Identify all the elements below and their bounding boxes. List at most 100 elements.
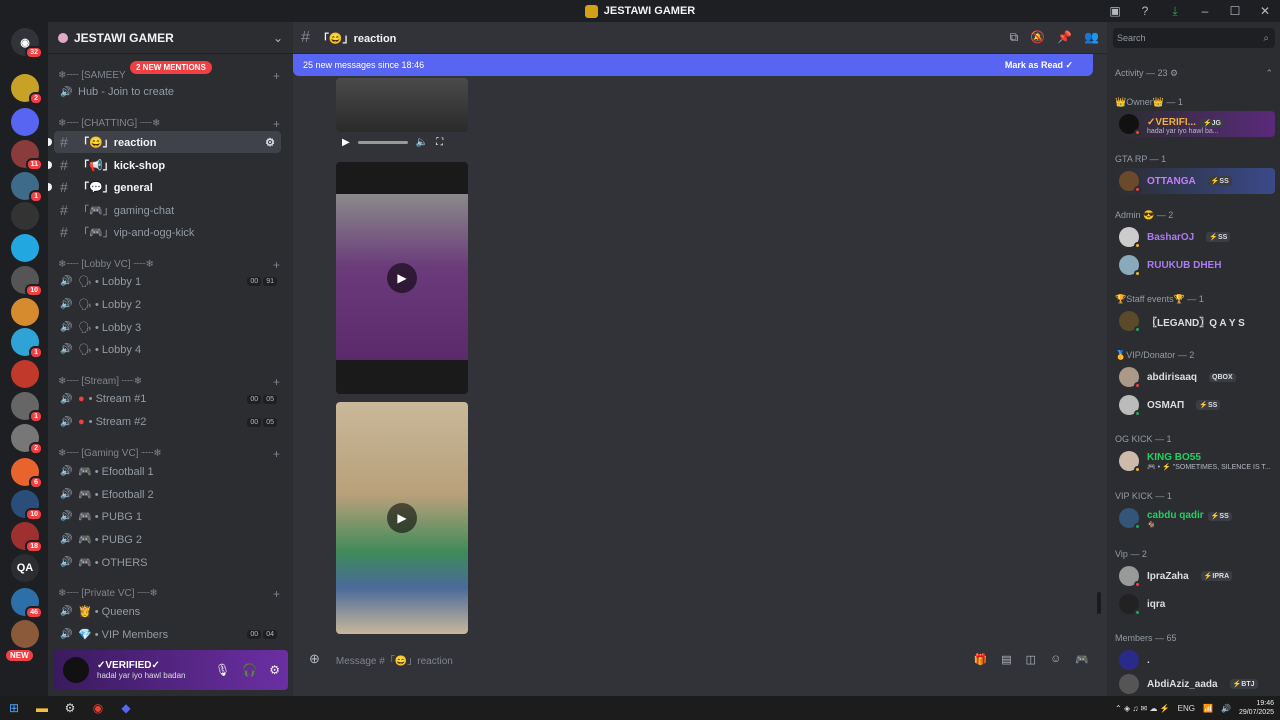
channel-general[interactable]: # 「💬」general [48,176,281,198]
fullscreen-icon[interactable]: ⛶ [436,137,443,148]
chevron-down-icon[interactable]: ⌄ [273,31,283,45]
minimize-icon[interactable]: – [1190,4,1220,18]
server-icon[interactable] [11,108,39,136]
play-icon[interactable]: ▶ [387,503,417,533]
voice-efootball-2[interactable]: 🔊 🎮 • Efootball 2 [54,483,281,505]
pin-icon[interactable]: 📌 [1057,30,1072,45]
avatar[interactable] [63,657,89,683]
server-icon[interactable]: 2 [11,424,43,455]
member-item[interactable]: iqra [1115,591,1275,617]
category-sameey[interactable]: ❄┈┈ [SAMEEY + [58,69,280,83]
category-stream[interactable]: ❄┈┈ [Stream] ┈┈❄ + [58,375,280,389]
member-item[interactable]: BasharOJ ⚡SS [1115,224,1275,250]
server-icon[interactable]: 10 [11,266,43,297]
apps-icon[interactable]: 🎮 [1075,653,1089,666]
member-item[interactable]: OTTANGA ⚡SS [1115,168,1275,194]
video-attachment[interactable]: ▶ [336,162,468,394]
add-channel-icon[interactable]: + [273,447,280,461]
member-item[interactable]: RUUKUB DHEH [1115,252,1275,278]
category-lobby[interactable]: ❄┈┈ [Lobby VC] ┈┈❄ + [58,258,280,272]
voice-lobby-1[interactable]: 🔊 🗣 • Lobby 1 00 91 [54,270,281,292]
voice-lobby-3[interactable]: 🔊 🗣 • Lobby 3 [54,316,281,338]
server-icon[interactable] [11,234,39,262]
voice-vip-members[interactable]: 🔊 💎 • VIP Members 00 04 [54,623,281,645]
volume-icon[interactable]: 🔊 [1221,704,1231,713]
chrome-icon[interactable]: ◉ [84,701,112,715]
category-chatting[interactable]: ❄┈┈ [CHATTING] ┈┈❄ + [58,117,280,131]
inbox-icon[interactable]: ▣ [1100,4,1130,18]
threads-icon[interactable]: ⧉ [1010,30,1019,45]
headphones-icon[interactable]: 🎧 [242,663,257,677]
server-icon[interactable]: 1 [11,172,43,203]
member-item[interactable]: KING BO55 🎮 • ⚡ "SOMETIMES, SILENCE IS T.… [1115,448,1275,474]
voice-hub[interactable]: 🔊 Hub - Join to create [54,81,281,103]
network-icon[interactable]: 📶 [1203,704,1213,713]
server-icon[interactable]: QA [11,554,39,582]
message-composer[interactable]: ⊕ Message #「😄」reaction 🎁 ▤ ◫ ☺ 🎮 [301,646,1099,672]
server-icon[interactable] [11,202,39,230]
app-icon[interactable]: ⚙ [56,701,84,715]
voice-lobby-2[interactable]: 🔊 🗣 • Lobby 2 [54,293,281,315]
play-icon[interactable]: ▶ [342,137,350,148]
user-panel[interactable]: ✓VERIFIED✓ hadal yar iyo hawl badan 🎙 🎧 … [53,650,288,690]
member-item[interactable]: 〖LEGAND〗Q A Y S [1115,308,1275,334]
server-icon[interactable] [11,360,39,388]
start-icon[interactable]: ⊞ [0,701,28,715]
clock[interactable]: 19:46 29/07/2025 [1239,699,1274,717]
server-icon[interactable]: 1 [11,392,43,423]
gear-icon[interactable]: ⚙ [269,663,280,677]
guild-header[interactable]: JESTAWI GAMER ⌄ [48,22,293,54]
member-item[interactable]: abdirisaaq QBOX [1115,364,1275,390]
server-icon[interactable] [11,620,39,648]
settings-icon[interactable]: ⚙ [265,136,275,149]
add-channel-icon[interactable]: + [273,587,280,601]
gift-icon[interactable]: 🎁 [974,653,988,666]
channel-kick-shop[interactable]: # 「📢」kick-shop [48,154,281,176]
member-item[interactable]: IpraZaha ⚡IPRA [1115,563,1275,589]
microphone-icon[interactable]: 🎙 [215,663,230,677]
add-attachment-icon[interactable]: ⊕ [309,651,320,667]
play-icon[interactable]: ▶ [387,263,417,293]
notification-bell-icon[interactable]: 🔕 [1030,30,1045,45]
member-item[interactable]: ✓VERIFI... ⚡JG hadal yar iyo hawl ba... [1115,111,1275,137]
server-icon[interactable]: 18 [11,522,43,553]
search-input[interactable]: Search ⌕ [1113,28,1275,48]
gif-icon[interactable]: ▤ [1001,653,1011,666]
members-icon[interactable]: 👥 [1084,30,1099,45]
scrollbar[interactable] [1097,592,1101,614]
emoji-icon[interactable]: ☺ [1050,653,1061,666]
server-icon[interactable]: 1 [11,328,43,359]
server-icon[interactable]: 2 [11,74,43,105]
channel-gaming-chat[interactable]: # 「🎮」gaming-chat [54,199,281,221]
add-channel-icon[interactable]: + [273,375,280,389]
channel-vip-and-ogg-kick[interactable]: # 「🎮」vip-and-ogg-kick [54,221,281,243]
voice-stream-2[interactable]: 🔊 ● • Stream #2 00 05 [54,411,281,433]
language-indicator[interactable]: ENG [1178,704,1195,713]
voice-efootball-1[interactable]: 🔊 🎮 • Efootball 1 [54,460,281,482]
tray-icons[interactable]: ⌃ ◈ ♫ ✉ ☁ ⚡ [1115,704,1170,713]
voice-pubg-2[interactable]: 🔊 🎮 • PUBG 2 [54,528,281,550]
server-icon[interactable]: 6 [11,458,43,489]
member-item[interactable]: OSMAΠ ⚡SS [1115,392,1275,418]
close-icon[interactable]: ✕ [1250,4,1280,18]
server-icon[interactable]: 10 [11,490,43,521]
seek-bar[interactable] [357,140,408,144]
member-item[interactable]: AbdiAziz_aada ⚡BTJ [1115,671,1275,697]
discord-taskbar-icon[interactable]: ◆ [112,701,140,715]
server-icon[interactable]: 11 [11,140,43,171]
download-icon[interactable]: ⤓ [1160,4,1190,19]
category-private[interactable]: ❄┈┈ [Private VC] ┈┈❄ + [58,587,280,601]
member-item[interactable]: . [1115,647,1275,673]
voice-pubg-1[interactable]: 🔊 🎮 • PUBG 1 [54,505,281,527]
category-gaming[interactable]: ❄┈┈ [Gaming VC] ┈┈❄ + [58,447,280,461]
voice-queens[interactable]: 🔊 👸 • Queens [54,600,281,622]
volume-icon[interactable]: 🔈 [416,137,428,148]
new-messages-bar[interactable]: 25 new messages since 18:46 Mark as Read… [293,54,1093,76]
voice-lobby-4[interactable]: 🔊 🗣 • Lobby 4 [54,338,281,360]
server-icon[interactable]: 46 [11,588,43,619]
activity-header[interactable]: Activity — 23 ⚙ ⌃ [1115,68,1273,79]
sticker-icon[interactable]: ◫ [1026,653,1036,666]
server-icon[interactable] [11,298,39,326]
video-attachment[interactable]: ▶ [336,402,468,634]
voice-stream-1[interactable]: 🔊 ● • Stream #1 00 05 [54,388,281,410]
